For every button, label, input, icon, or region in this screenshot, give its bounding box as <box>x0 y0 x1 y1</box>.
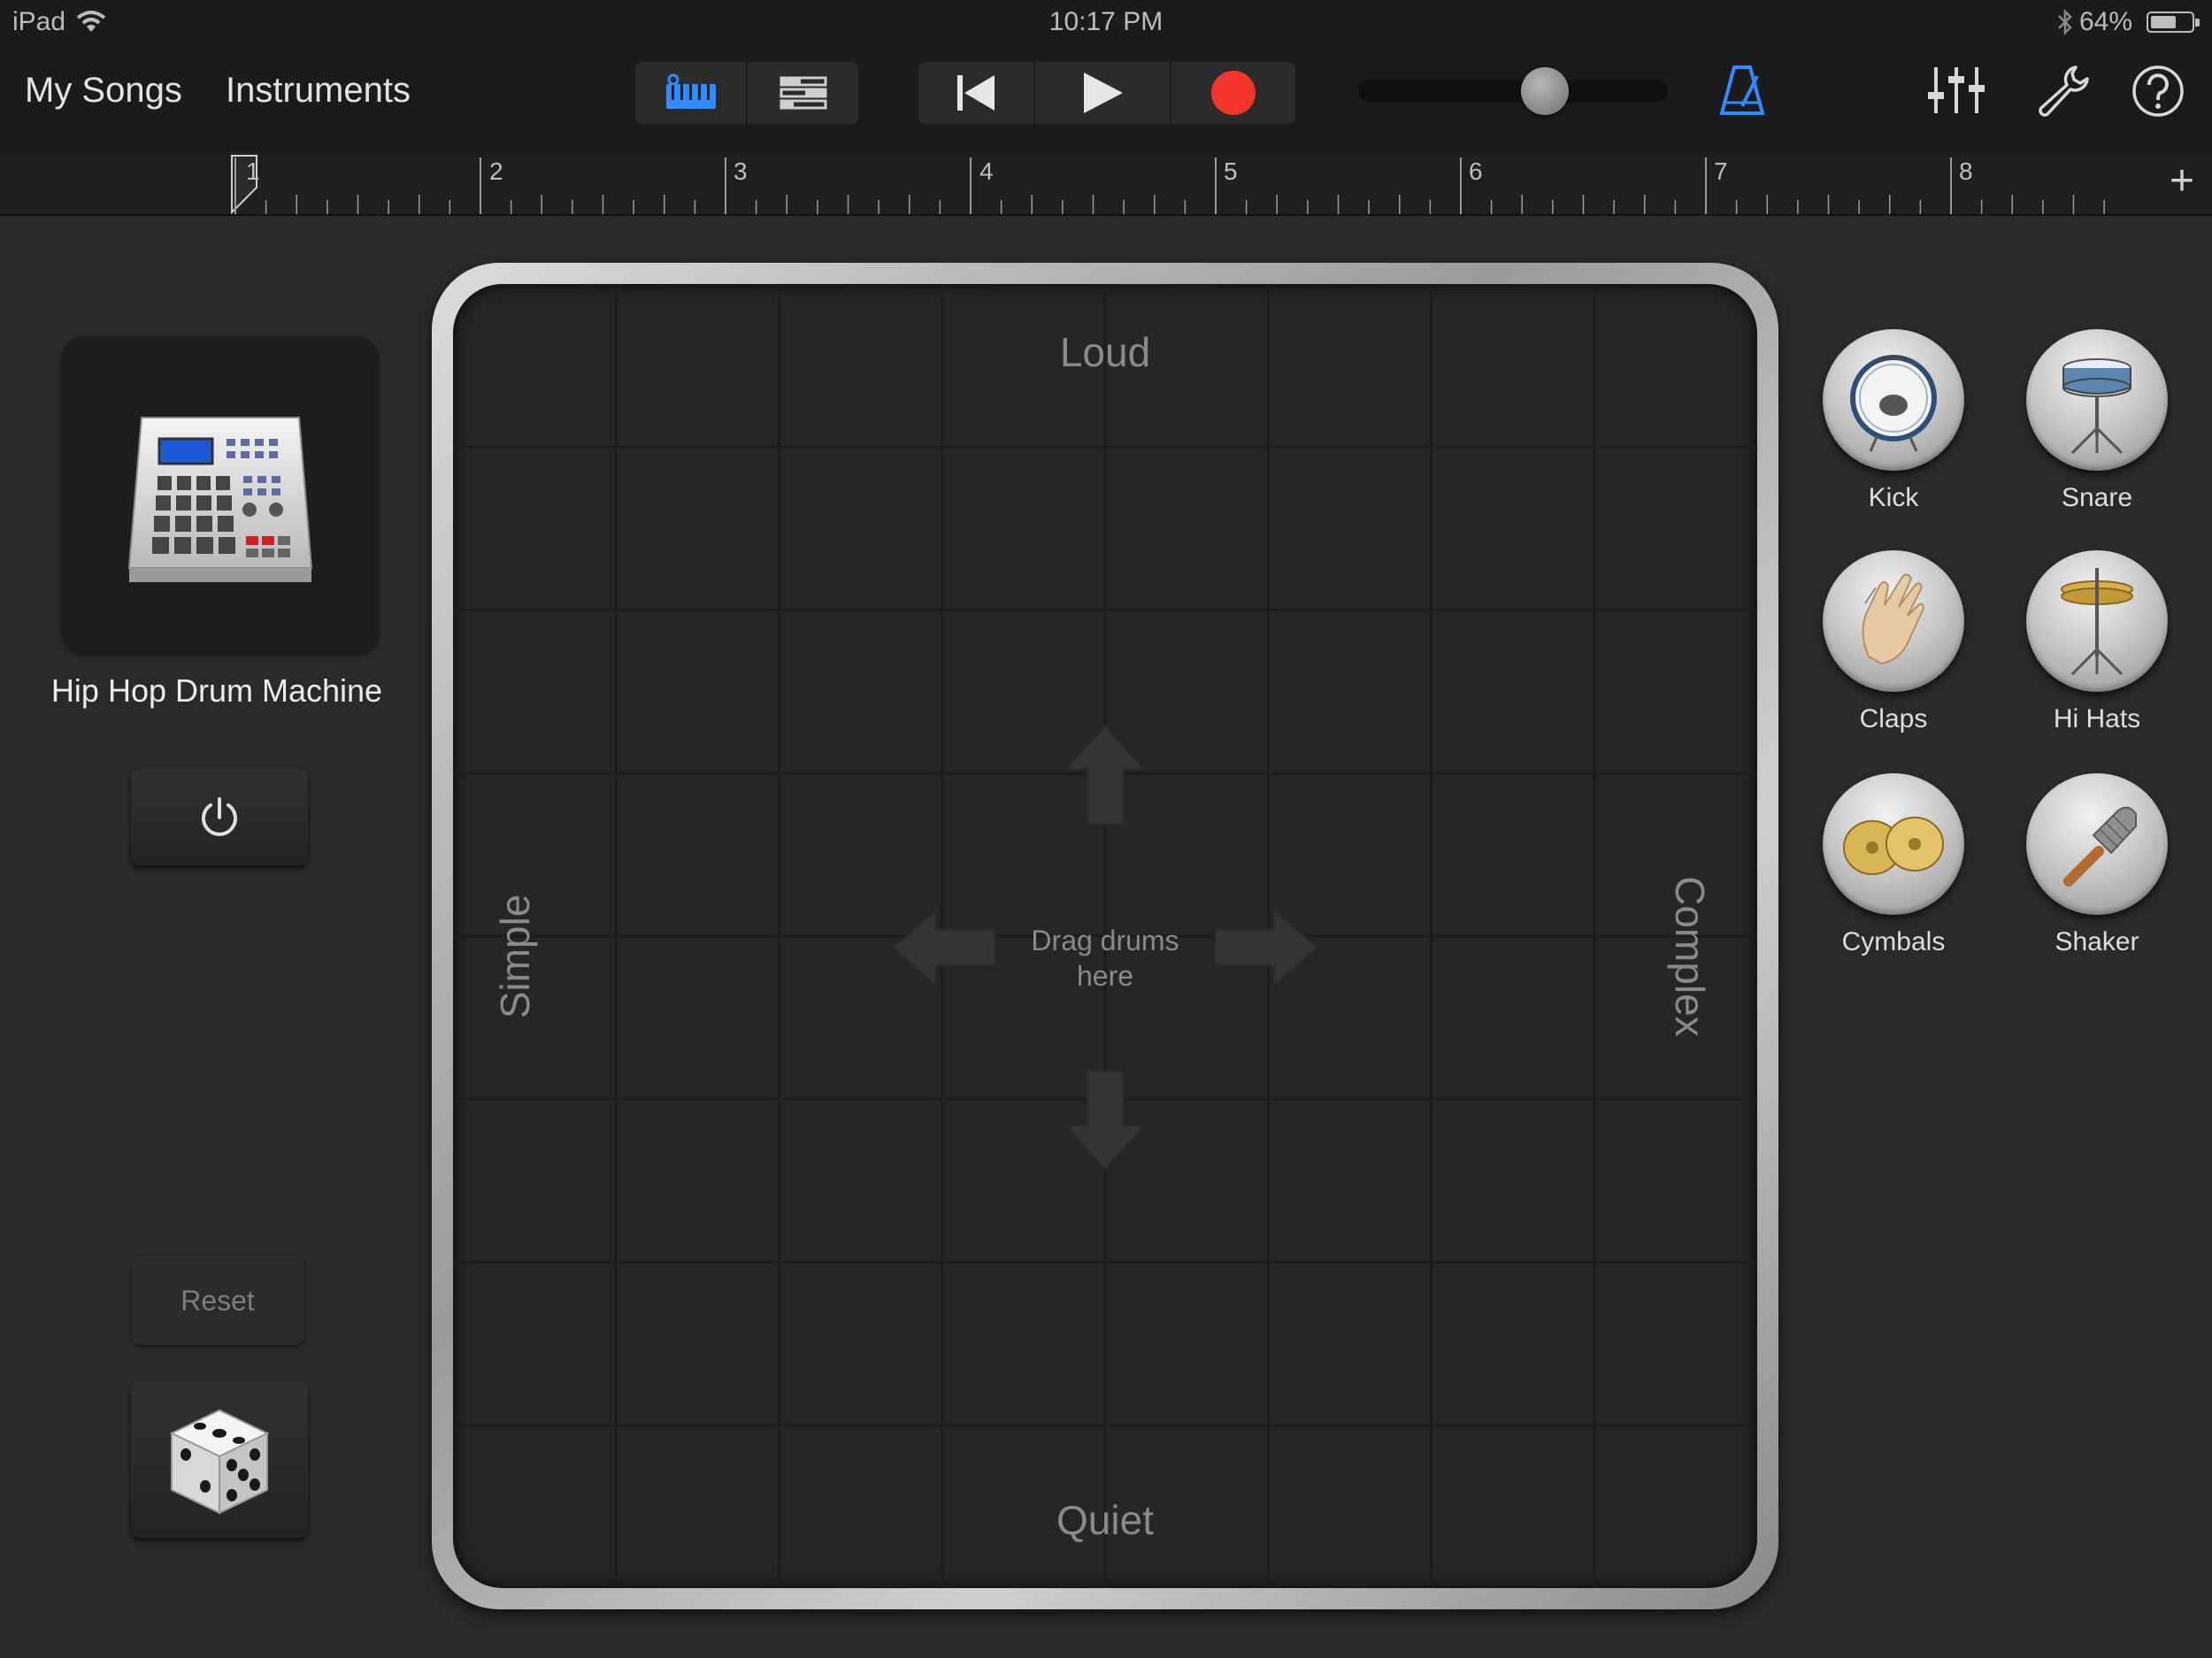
cymbals-button[interactable] <box>1823 773 1964 915</box>
play-icon[interactable] <box>1035 62 1170 124</box>
battery-percent: 64% <box>2078 7 2132 36</box>
metronome-icon[interactable] <box>1718 64 1766 117</box>
kick-button[interactable] <box>1823 329 1964 471</box>
battery-nub <box>2195 19 2200 27</box>
bar-number: 7 <box>1714 157 1728 185</box>
mixer-icon[interactable] <box>1927 64 1985 117</box>
bar-number: 2 <box>489 157 503 185</box>
bar-number: 5 <box>1224 157 1238 185</box>
transport-controls <box>918 62 1295 124</box>
cymbals-icon <box>1843 817 1944 875</box>
volume-slider-knob[interactable] <box>1520 67 1569 115</box>
drum-label: Cymbals <box>1841 927 1946 956</box>
view-mode-switcher <box>635 62 858 124</box>
snare-drum-icon <box>2062 358 2131 455</box>
claps-button[interactable] <box>1823 550 1964 692</box>
hi-hat-icon <box>2061 568 2133 676</box>
instrument-tile[interactable] <box>62 336 379 653</box>
battery-fill <box>2151 16 2176 28</box>
dice-icon <box>169 1409 270 1515</box>
bar-number: 8 <box>1959 157 1973 185</box>
bar-number: 3 <box>733 157 748 185</box>
instruments-button[interactable]: Instruments <box>226 71 411 111</box>
pad-hint: Drag drums here <box>972 923 1238 994</box>
master-volume-slider[interactable] <box>1358 80 1668 103</box>
reset-button[interactable]: Reset <box>131 1256 304 1345</box>
drum-machine-icon <box>127 417 313 582</box>
kick-drum-icon <box>1850 355 1937 452</box>
pad-quiet-label: Quiet <box>1056 1497 1154 1543</box>
battery-icon <box>2147 12 2200 33</box>
add-section-button[interactable]: + <box>2170 159 2194 203</box>
beat-pad[interactable]: Loud Quiet Simple Complex Drag drums her… <box>453 284 1757 1588</box>
help-icon[interactable] <box>2131 64 2185 119</box>
tracks-view-icon[interactable] <box>748 62 858 124</box>
pad-hint-line: Drag drums <box>1031 925 1179 956</box>
go-to-beginning-icon[interactable] <box>918 62 1033 124</box>
clock: 10:17 PM <box>1048 7 1164 36</box>
bar-number: 4 <box>979 157 994 185</box>
power-icon <box>202 797 237 836</box>
my-songs-button[interactable]: My Songs <box>25 71 182 111</box>
beat-pad-frame: Loud Quiet Simple Complex Drag drums her… <box>432 263 1778 1609</box>
pad-simple-label: Simple <box>492 894 538 1019</box>
snare-button[interactable] <box>2026 329 2168 471</box>
shaker-icon <box>2063 806 2137 887</box>
shaker-button[interactable] <box>2026 773 2168 915</box>
power-button[interactable] <box>131 770 308 865</box>
status-bar: iPad 10:17 PM 64% <box>0 0 2212 44</box>
randomize-button[interactable] <box>131 1382 308 1538</box>
settings-wrench-icon[interactable] <box>2037 64 2090 117</box>
instrument-view-icon[interactable] <box>635 62 746 124</box>
drum-label: Kick <box>1868 483 1919 512</box>
timeline-ruler[interactable]: 1 2 3 4 5 6 7 8 + <box>0 152 2212 216</box>
instrument-name: Hip Hop Drum Machine <box>50 672 383 709</box>
bar-number: 1 <box>246 157 260 185</box>
pad-complex-label: Complex <box>1667 876 1713 1037</box>
main-toolbar: My Songs Instruments <box>0 44 2212 152</box>
drum-label: Snare <box>2061 483 2133 512</box>
drum-label: Hi Hats <box>2053 704 2141 733</box>
pad-loud-label: Loud <box>1059 329 1151 375</box>
record-icon[interactable] <box>1171 62 1295 124</box>
drum-label: Shaker <box>2055 927 2139 956</box>
hi-hats-button[interactable] <box>2026 550 2168 692</box>
ruler-ticks <box>231 155 2105 214</box>
pad-hint-line: here <box>1076 960 1134 992</box>
drum-label: Claps <box>1859 704 1928 733</box>
bar-number: 6 <box>1469 157 1483 185</box>
bluetooth-icon <box>2058 8 2072 36</box>
clap-hand-icon <box>1862 573 1925 665</box>
